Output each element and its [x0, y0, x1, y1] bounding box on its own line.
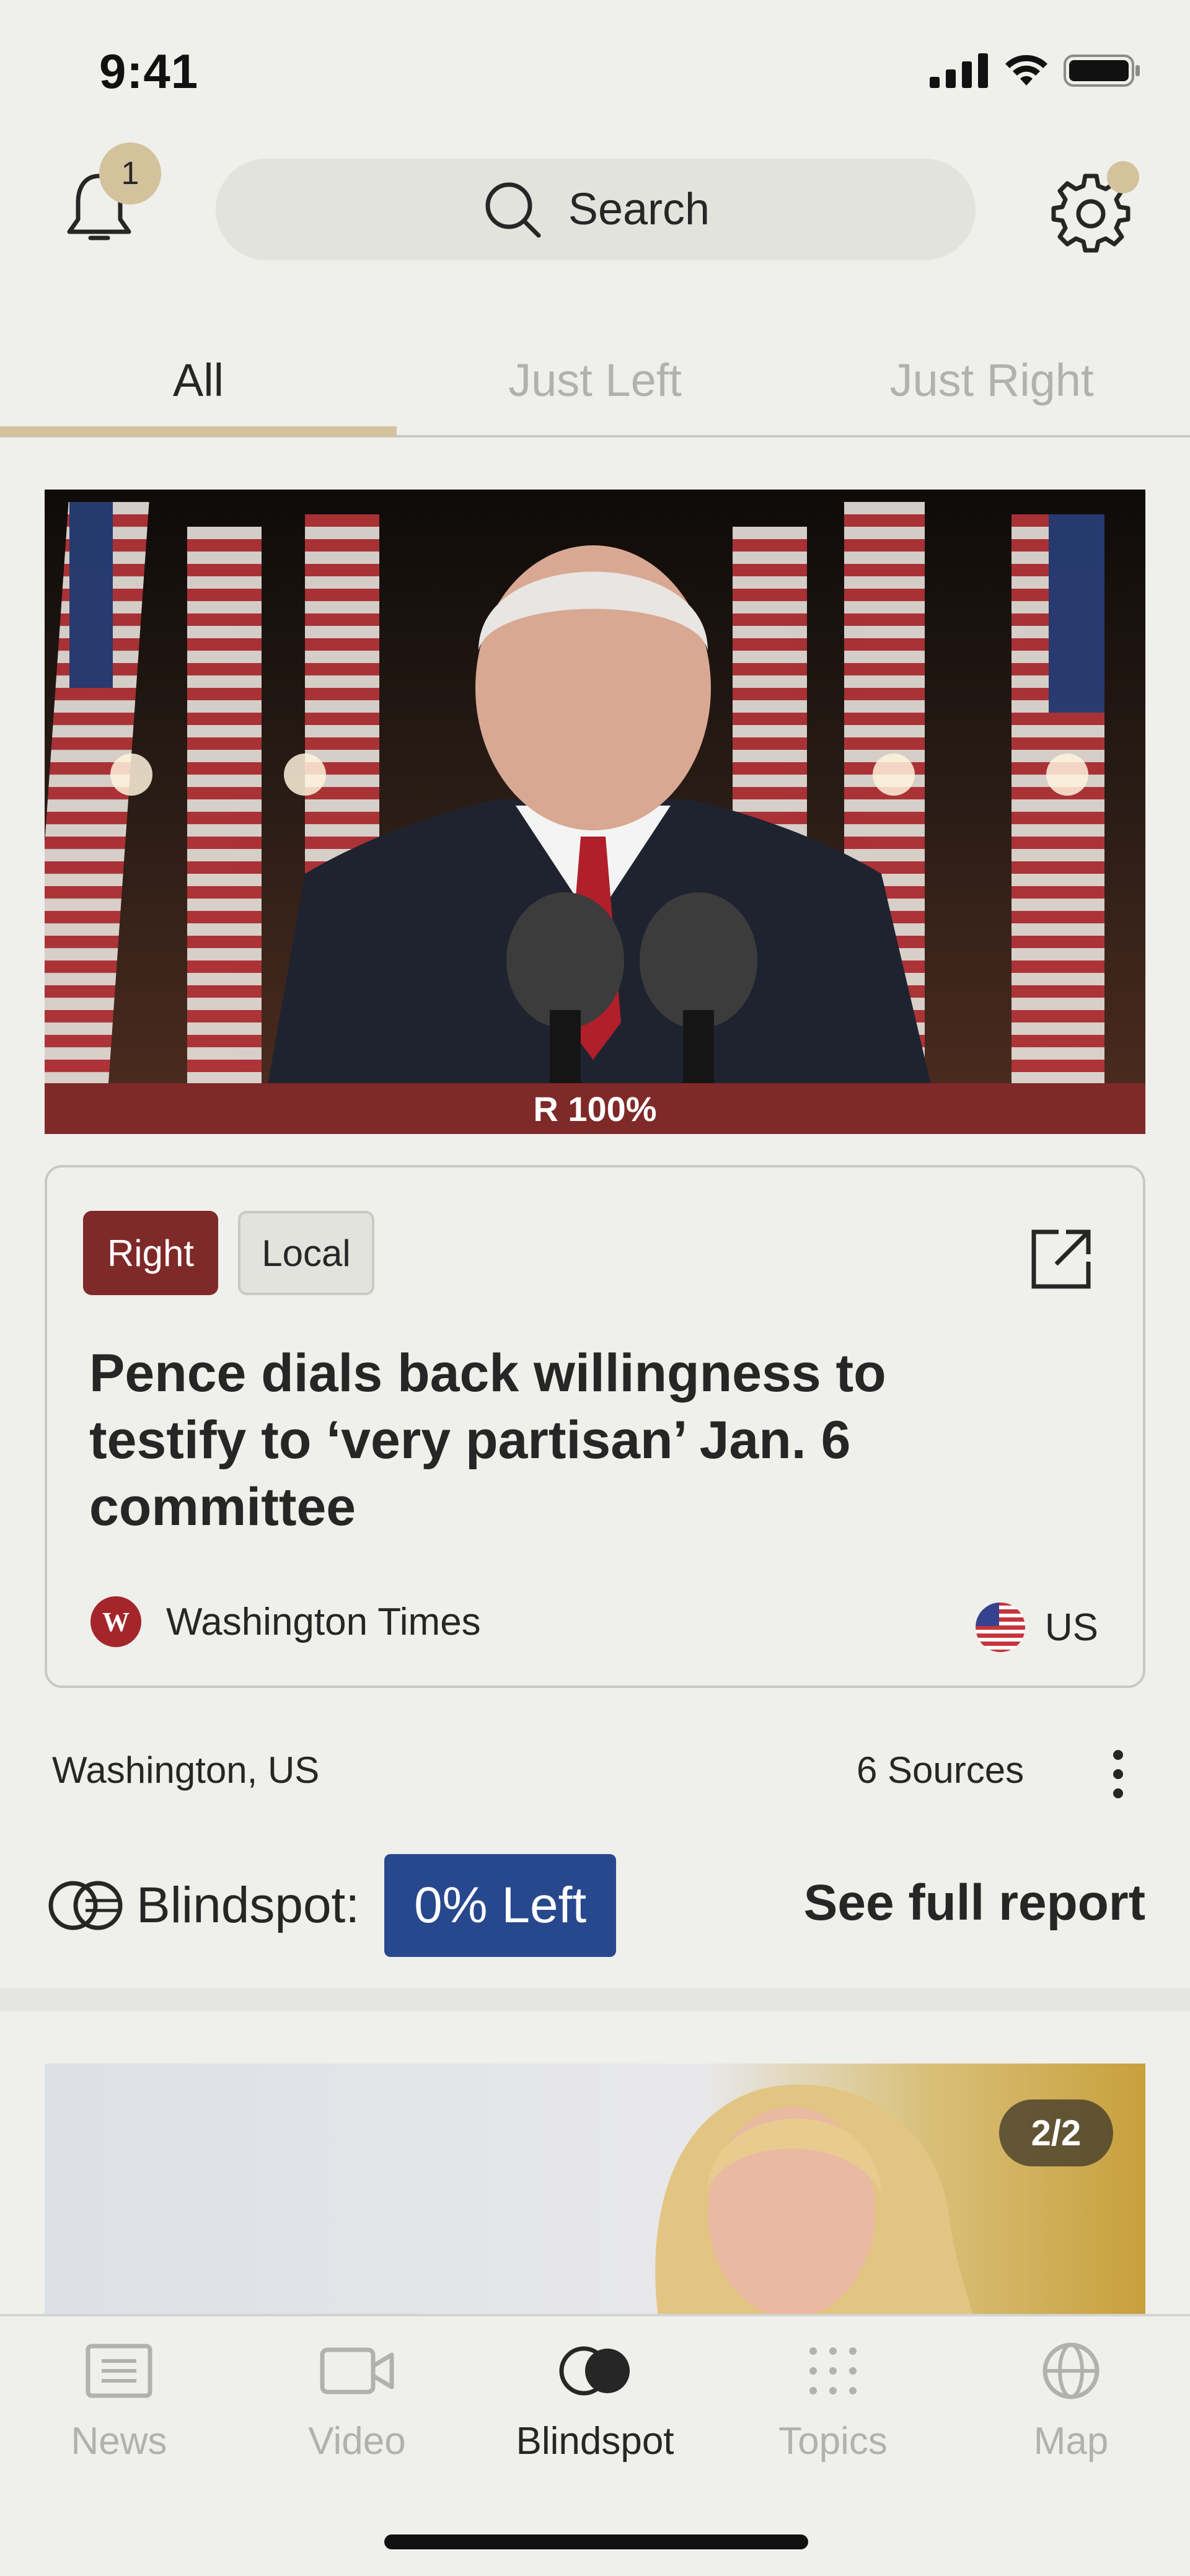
settings-badge-dot: [1107, 161, 1139, 193]
feed-tabs: All Just Left Just Right: [0, 322, 1190, 437]
wifi-icon: [1005, 55, 1047, 86]
feed-divider: [0, 1988, 1190, 2011]
story-image-2[interactable]: [45, 2064, 1145, 2318]
signal-icon: [930, 53, 988, 88]
svg-text:W: W: [102, 1607, 130, 1637]
nav-video-label: Video: [308, 2420, 406, 2463]
see-full-report-link[interactable]: See full report: [804, 1874, 1145, 1932]
story-headline[interactable]: Pence dials back willingness to testify …: [89, 1340, 1044, 1541]
story-location: Washington, US: [52, 1749, 320, 1791]
nav-topics[interactable]: Topics: [714, 2341, 952, 2463]
nav-topics-label: Topics: [778, 2420, 888, 2463]
blindspot-value-badge: 0% Left: [384, 1854, 617, 1957]
tab-all[interactable]: All: [0, 322, 397, 437]
blindspot-icon: [559, 2346, 630, 2396]
active-tab-indicator: [0, 426, 397, 436]
blindspot-row: Blindspot: 0% Left: [47, 1854, 617, 1957]
source-logo-icon: W: [90, 1596, 141, 1647]
topics-grid-icon: [809, 2347, 857, 2394]
nav-blindspot[interactable]: Blindspot: [476, 2341, 714, 2463]
nav-news-label: News: [71, 2420, 167, 2463]
nav-news[interactable]: News: [0, 2341, 238, 2463]
blindspot-label: Blindspot:: [136, 1877, 360, 1933]
search-bar[interactable]: Search: [216, 159, 976, 260]
nav-map-label: Map: [1033, 2420, 1109, 2463]
sources-count[interactable]: 6 Sources: [857, 1749, 1024, 1791]
story-card[interactable]: Right Local Pence dials back willingness…: [45, 1165, 1145, 1688]
external-link-icon[interactable]: [1029, 1227, 1093, 1291]
notification-badge: 1: [99, 143, 161, 204]
more-options-icon[interactable]: [1106, 1746, 1130, 1802]
country-row: US: [974, 1601, 1098, 1653]
bias-distribution-bar: R 100%: [45, 1083, 1145, 1134]
nav-map[interactable]: Map: [952, 2341, 1190, 2463]
nav-video[interactable]: Video: [238, 2341, 476, 2463]
home-indicator: [384, 2534, 808, 2549]
status-time: 9:41: [99, 44, 199, 99]
blindspot-icon: [48, 1881, 123, 1930]
tab-just-right[interactable]: Just Right: [793, 322, 1190, 437]
us-flag-icon: [975, 1602, 1025, 1652]
tag-local: Local: [238, 1211, 374, 1295]
status-icons: [930, 53, 1140, 88]
country-label: US: [1044, 1606, 1098, 1649]
battery-icon: [1064, 55, 1140, 87]
story-image[interactable]: [45, 490, 1145, 1084]
image-counter-badge: 2/2: [999, 2099, 1113, 2166]
source-row: W Washington Times: [89, 1595, 481, 1648]
source-name: Washington Times: [166, 1600, 481, 1643]
search-icon: [485, 182, 541, 238]
bias-tag-right: Right: [83, 1211, 218, 1295]
globe-icon: [1042, 2342, 1100, 2399]
nav-blindspot-label: Blindspot: [516, 2420, 674, 2463]
tab-just-left[interactable]: Just Left: [397, 322, 793, 437]
search-label: Search: [568, 185, 710, 234]
video-icon: [320, 2347, 394, 2394]
news-icon: [86, 2344, 152, 2398]
